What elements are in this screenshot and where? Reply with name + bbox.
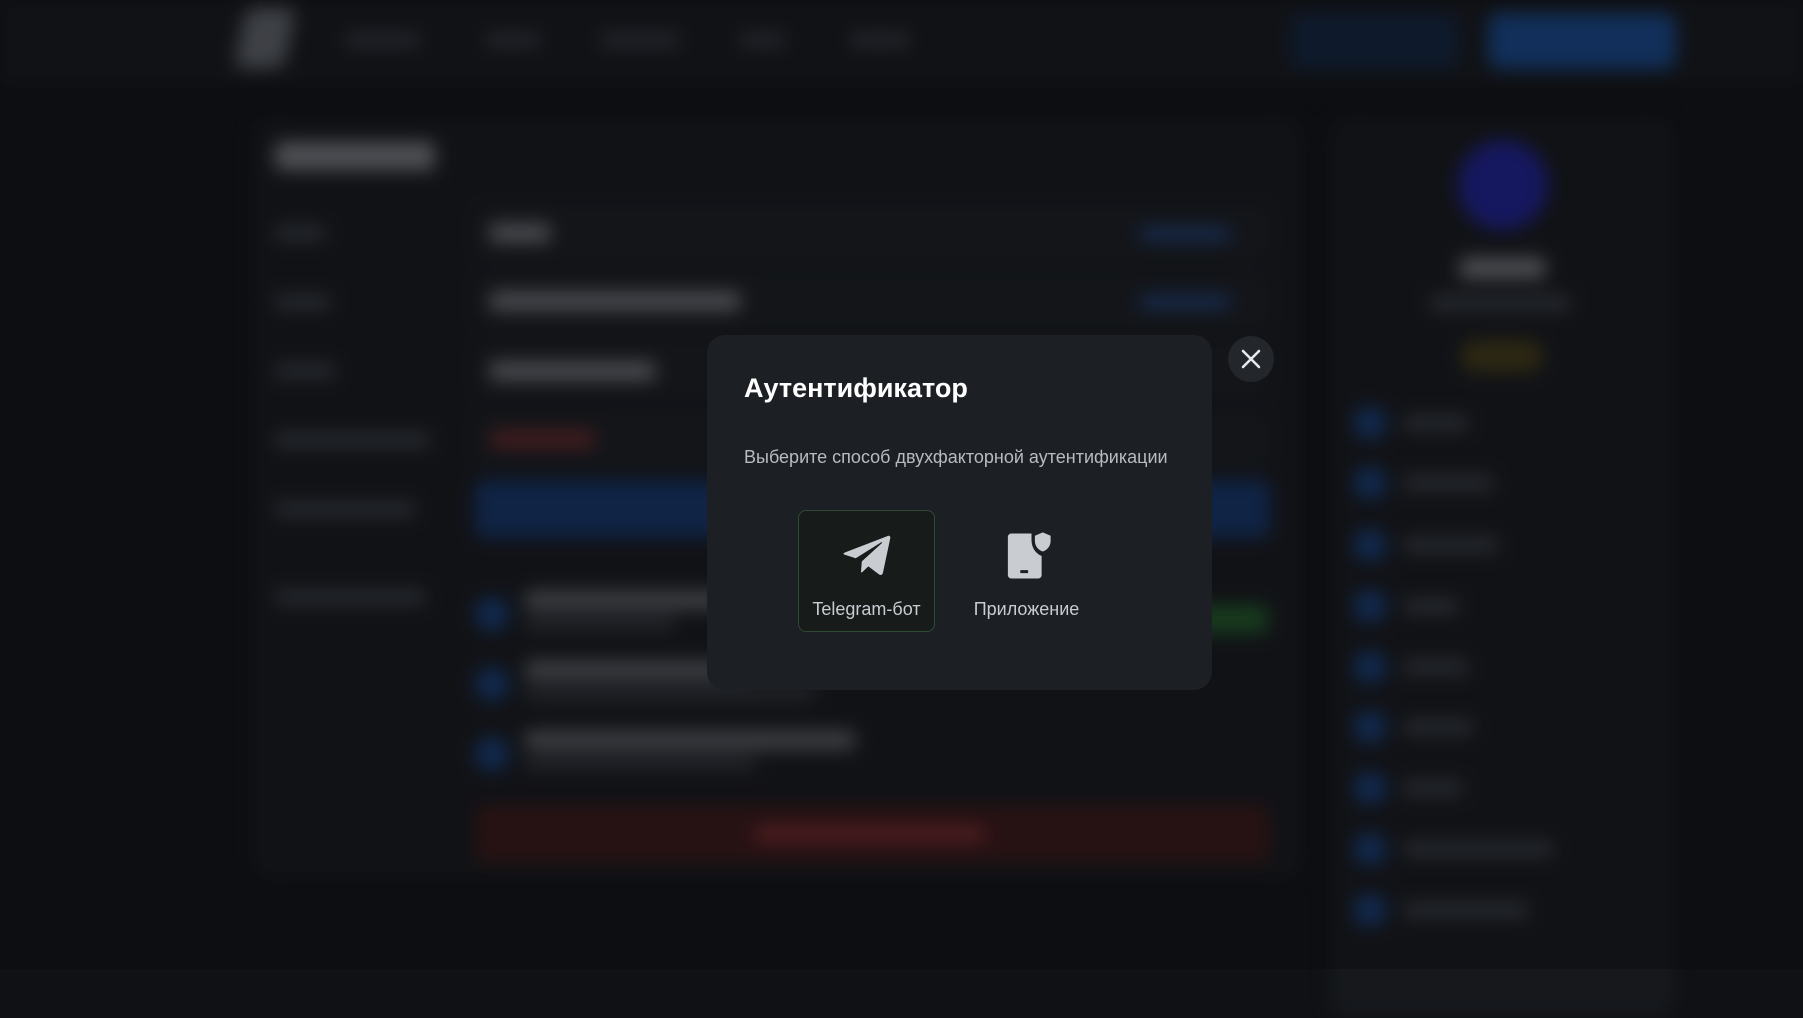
telegram-bot-option[interactable]: Telegram-бот <box>798 510 935 632</box>
phone-shield-icon <box>1007 532 1051 579</box>
modal-subtitle: Выберите способ двухфакторной аутентифик… <box>744 447 1168 467</box>
authenticator-modal: Аутентификатор Выберите способ двухфакто… <box>707 335 1212 690</box>
option-label: Приложение <box>973 599 1080 619</box>
authenticator-app-option[interactable]: Приложение <box>958 510 1095 632</box>
modal-title: Аутентификатор <box>744 373 968 403</box>
close-icon <box>1241 349 1261 369</box>
option-label: Telegram-бот <box>812 599 921 619</box>
telegram-icon <box>842 535 890 575</box>
close-button[interactable] <box>1228 336 1274 382</box>
